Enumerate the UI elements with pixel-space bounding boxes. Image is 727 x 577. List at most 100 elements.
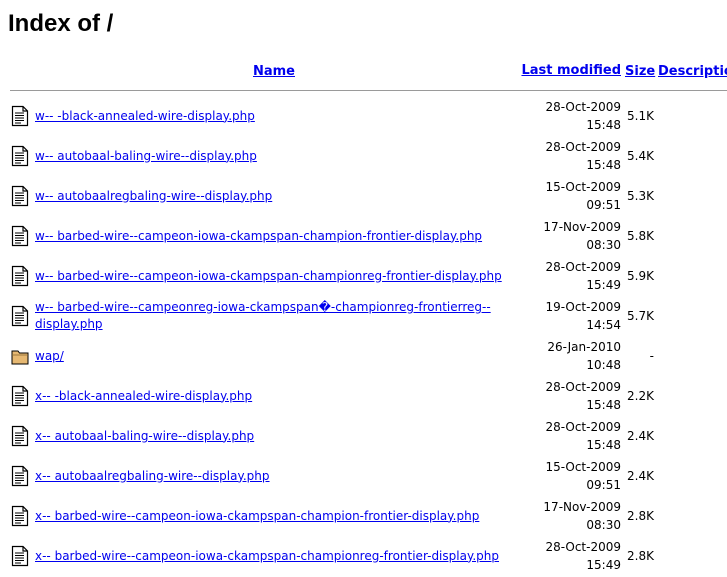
header-row: Name Last modified Size Description	[10, 59, 727, 83]
time-text: 15:48	[586, 158, 621, 172]
sort-by-size-link[interactable]: Size	[625, 64, 655, 79]
folder-icon	[11, 345, 29, 367]
file-link[interactable]: x-- barbed-wire--campeon-iowa-ckampspan-…	[35, 549, 499, 563]
file-link[interactable]: w-- barbed-wire--campeonreg-iowa-ckampsp…	[35, 300, 491, 331]
text-file-icon	[11, 385, 29, 407]
description-cell	[657, 457, 727, 495]
time-text: 15:48	[586, 438, 621, 452]
text-file-icon	[11, 145, 29, 167]
file-link[interactable]: w-- autobaal-baling-wire--display.php	[35, 149, 257, 163]
icon-cell	[10, 457, 32, 495]
date-text: 26-Jan-2010	[547, 340, 621, 354]
date-text: 28-Oct-2009	[545, 100, 621, 114]
time-text: 14:54	[586, 318, 621, 332]
size-cell: 2.2K	[627, 389, 654, 403]
name-cell: x-- barbed-wire--campeon-iowa-ckampspan-…	[34, 537, 514, 575]
last-modified-cell: 17-Nov-2009 08:30	[516, 217, 622, 255]
name-cell: w-- autobaalregbaling-wire--display.php	[34, 177, 514, 215]
last-modified-cell: 19-Oct-2009 14:54	[516, 297, 622, 335]
description-cell	[657, 217, 727, 255]
sort-by-name-link[interactable]: Name	[253, 64, 295, 79]
time-text: 10:48	[586, 358, 621, 372]
file-link[interactable]: x-- barbed-wire--campeon-iowa-ckampspan-…	[35, 509, 479, 523]
date-text: 17-Nov-2009	[543, 500, 621, 514]
size-cell: -	[649, 349, 654, 363]
date-text: 28-Oct-2009	[545, 380, 621, 394]
time-text: 15:48	[586, 398, 621, 412]
time-text: 15:49	[586, 278, 621, 292]
description-cell	[657, 97, 727, 135]
size-cell: 5.3K	[627, 189, 654, 203]
name-cell: x-- autobaalregbaling-wire--display.php	[34, 457, 514, 495]
file-link[interactable]: x-- -black-annealed-wire-display.php	[35, 389, 252, 403]
last-modified-cell: 28-Oct-2009 15:49	[516, 257, 622, 295]
file-link[interactable]: x-- autobaal-baling-wire--display.php	[35, 429, 254, 443]
size-cell: 2.4K	[627, 429, 654, 443]
file-link[interactable]: w-- autobaalregbaling-wire--display.php	[35, 189, 272, 203]
text-file-icon	[11, 305, 29, 327]
file-link[interactable]: w-- barbed-wire--campeon-iowa-ckampspan-…	[35, 269, 502, 283]
name-cell: w-- barbed-wire--campeon-iowa-ckampspan-…	[34, 217, 514, 255]
table-row: x-- -black-annealed-wire-display.php 28-O…	[10, 377, 727, 415]
time-text: 09:51	[586, 478, 621, 492]
header-name-cell: Name	[34, 59, 514, 83]
icon-cell	[10, 537, 32, 575]
table-row: x-- barbed-wire--campeon-iowa-ckampspan-…	[10, 537, 727, 575]
last-modified-cell: 15-Oct-2009 09:51	[516, 457, 622, 495]
name-cell: w-- barbed-wire--campeonreg-iowa-ckampsp…	[34, 297, 514, 335]
icon-cell	[10, 337, 32, 375]
name-cell: w-- autobaal-baling-wire--display.php	[34, 137, 514, 175]
size-cell: 5.7K	[627, 309, 654, 323]
size-cell: 2.8K	[627, 549, 654, 563]
table-row: w-- barbed-wire--campeon-iowa-ckampspan-…	[10, 217, 727, 255]
last-modified-cell: 17-Nov-2009 08:30	[516, 497, 622, 535]
page-title: Index of /	[8, 10, 114, 37]
file-link[interactable]: w-- -black-annealed-wire-display.php	[35, 109, 255, 123]
size-cell: 2.8K	[627, 509, 654, 523]
size-cell: 5.1K	[627, 109, 654, 123]
separator-cell	[10, 85, 727, 95]
icon-cell	[10, 177, 32, 215]
name-cell: x-- -black-annealed-wire-display.php	[34, 377, 514, 415]
date-text: 15-Oct-2009	[545, 460, 621, 474]
size-cell: 5.4K	[627, 149, 654, 163]
icon-cell	[10, 137, 32, 175]
header-size-cell: Size	[624, 59, 655, 83]
last-modified-cell: 28-Oct-2009 15:48	[516, 377, 622, 415]
description-cell	[657, 137, 727, 175]
name-cell: w-- barbed-wire--campeon-iowa-ckampspan-…	[34, 257, 514, 295]
description-cell	[657, 297, 727, 335]
time-text: 15:49	[586, 558, 621, 572]
table-row: w-- autobaalregbaling-wire--display.php 1…	[10, 177, 727, 215]
name-cell: w-- -black-annealed-wire-display.php	[34, 97, 514, 135]
last-modified-cell: 26-Jan-2010 10:48	[516, 337, 622, 375]
header-icon-cell	[10, 59, 32, 83]
date-text: 17-Nov-2009	[543, 220, 621, 234]
date-text: 19-Oct-2009	[545, 300, 621, 314]
date-text: 28-Oct-2009	[545, 420, 621, 434]
file-link[interactable]: w-- barbed-wire--campeon-iowa-ckampspan-…	[35, 229, 482, 243]
text-file-icon	[11, 225, 29, 247]
file-link[interactable]: wap/	[35, 349, 64, 363]
date-text: 15-Oct-2009	[545, 180, 621, 194]
table-row: w-- barbed-wire--campeonreg-iowa-ckampsp…	[10, 297, 727, 335]
description-cell	[657, 537, 727, 575]
last-modified-cell: 28-Oct-2009 15:48	[516, 137, 622, 175]
text-file-icon	[11, 265, 29, 287]
table-row: x-- autobaal-baling-wire--display.php 28-…	[10, 417, 727, 455]
size-cell: 2.4K	[627, 469, 654, 483]
date-text: 28-Oct-2009	[545, 140, 621, 154]
separator-rule	[10, 89, 727, 91]
icon-cell	[10, 377, 32, 415]
table-row: w-- autobaal-baling-wire--display.php 28-…	[10, 137, 727, 175]
sort-by-description-link[interactable]: Description	[658, 64, 727, 79]
sort-by-last-modified-link[interactable]: Last modified	[521, 63, 621, 78]
text-file-icon	[11, 465, 29, 487]
text-file-icon	[11, 185, 29, 207]
text-file-icon	[11, 425, 29, 447]
file-link[interactable]: x-- autobaalregbaling-wire--display.php	[35, 469, 270, 483]
description-cell	[657, 177, 727, 215]
last-modified-cell: 28-Oct-2009 15:49	[516, 537, 622, 575]
time-text: 08:30	[586, 518, 621, 532]
table-row: x-- autobaalregbaling-wire--display.php 1…	[10, 457, 727, 495]
